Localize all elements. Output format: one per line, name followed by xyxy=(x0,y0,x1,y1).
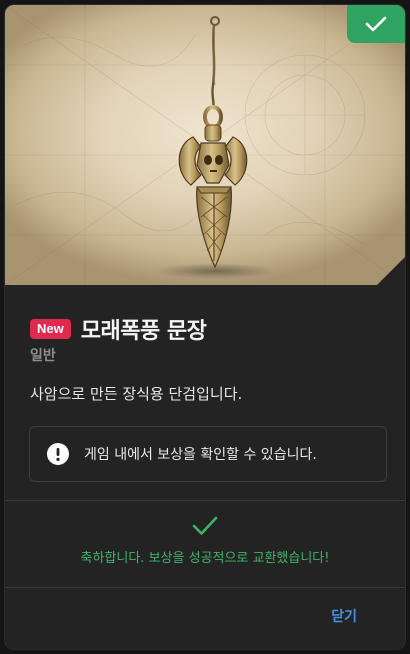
notice-text: 게임 내에서 보상을 확인할 수 있습니다. xyxy=(84,447,317,463)
check-icon xyxy=(365,16,387,32)
reward-dialog: New 모래폭풍 문장 일반 사암으로 만든 장식용 단검입니다. 게임 내에서… xyxy=(5,5,405,649)
selected-check-badge[interactable] xyxy=(347,5,405,43)
dagger-pendant-illustration xyxy=(155,16,275,279)
item-grade: 일반 xyxy=(30,348,56,364)
close-button[interactable]: 닫기 xyxy=(325,602,363,630)
new-badge: New xyxy=(30,319,71,339)
divider-bottom xyxy=(5,587,405,588)
item-name: 모래폭풍 문장 xyxy=(80,319,207,344)
item-description: 사암으로 만든 장식용 단검입니다. xyxy=(30,385,243,403)
corner-fold xyxy=(377,257,405,285)
item-title-row: New 모래폭풍 문장 xyxy=(30,313,207,345)
success-text: 축하합니다. 보상을 성공적으로 교환했습니다! xyxy=(80,551,330,566)
item-image xyxy=(5,5,405,285)
check-icon xyxy=(192,516,218,535)
exclamation-circle-icon xyxy=(47,443,69,465)
info-notice: 게임 내에서 보상을 확인할 수 있습니다. xyxy=(29,426,387,482)
success-message: 축하합니다. 보상을 성공적으로 교환했습니다! xyxy=(5,501,405,587)
